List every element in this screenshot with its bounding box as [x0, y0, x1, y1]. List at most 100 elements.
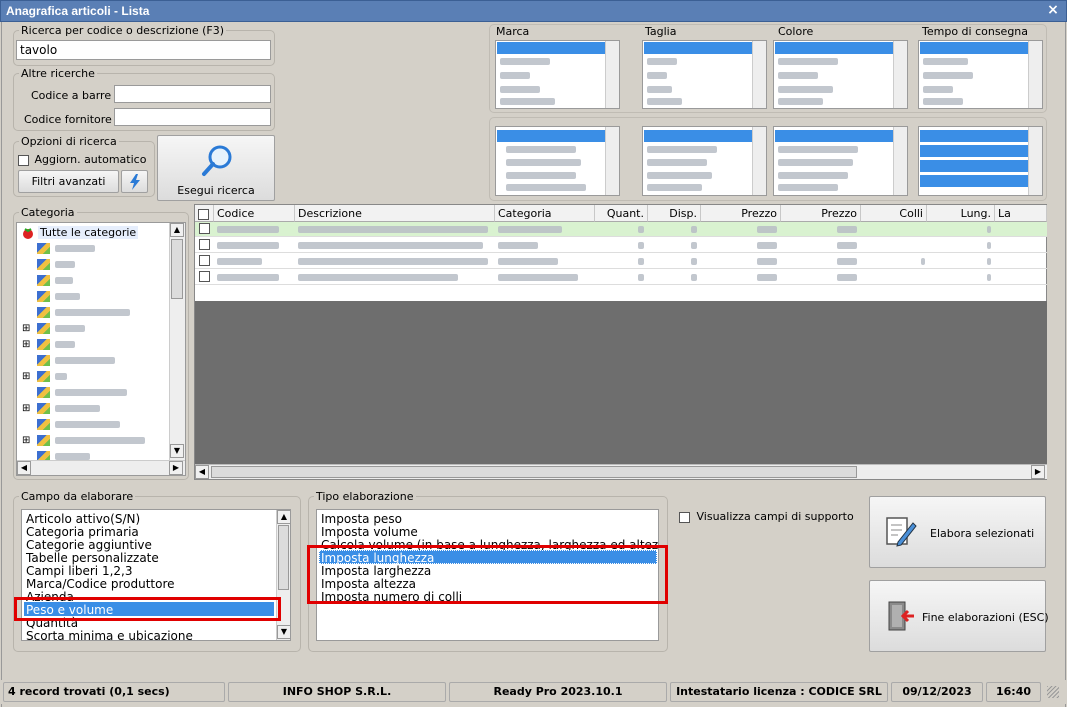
col-codice[interactable]: Codice — [214, 205, 295, 222]
tree-item[interactable] — [37, 274, 167, 288]
col-larg[interactable]: La — [995, 205, 1047, 222]
scroll-up-icon[interactable]: ▲ — [277, 510, 290, 524]
tree-root-all-categories[interactable]: Tutte le categorie — [38, 226, 139, 239]
folder-icon — [37, 275, 50, 286]
supplier-code-label: Codice fornitore : — [24, 113, 120, 126]
list-item[interactable]: Tabelle personalizzate — [26, 551, 159, 565]
tree-horizontal-scrollbar[interactable]: ◀ ▶ — [17, 460, 185, 475]
row-checkbox[interactable] — [199, 271, 210, 282]
list-item[interactable]: Scorta minima e ubicazione — [26, 629, 193, 640]
tree-item[interactable] — [37, 434, 167, 448]
col-prezzo-2[interactable]: Prezzo — [781, 205, 861, 222]
field-to-process-list[interactable]: Articolo attivo(S/N) Categoria primaria … — [21, 509, 291, 641]
auto-update-checkbox[interactable]: Aggiorn. automatico — [18, 153, 146, 166]
close-icon[interactable]: × — [1045, 3, 1061, 19]
filter-list-6[interactable] — [642, 126, 767, 196]
filter-list-7[interactable] — [773, 126, 908, 196]
status-company: INFO SHOP S.R.L. — [228, 682, 446, 702]
expand-icon[interactable]: ⊞ — [22, 339, 30, 350]
scroll-up-icon[interactable]: ▲ — [170, 223, 184, 237]
filter-list-8[interactable] — [918, 126, 1043, 196]
list-item[interactable]: Imposta peso — [321, 512, 402, 526]
size-filter-list[interactable] — [642, 40, 767, 109]
delivery-time-filter-list[interactable] — [918, 40, 1043, 109]
tree-vertical-scrollbar[interactable]: ▲ ▼ — [169, 223, 185, 460]
row-checkbox[interactable] — [199, 239, 210, 250]
col-descrizione[interactable]: Descrizione — [295, 205, 495, 222]
auto-update-check-icon[interactable] — [18, 154, 29, 166]
tree-item[interactable] — [37, 338, 167, 352]
brand-filter-list[interactable] — [495, 40, 620, 109]
tree-item[interactable] — [37, 370, 167, 384]
col-prezzo-1[interactable]: Prezzo — [701, 205, 781, 222]
field-list-scroll-thumb[interactable] — [278, 525, 289, 590]
advanced-filters-button[interactable]: Filtri avanzati — [18, 170, 119, 193]
support-fields-label: Visualizza campi di supporto — [696, 510, 854, 523]
grid-scroll-thumb[interactable] — [211, 466, 857, 478]
search-options-legend: Opzioni di ricerca — [21, 135, 117, 148]
table-row[interactable] — [195, 270, 1047, 285]
support-fields-checkbox[interactable]: Visualizza campi di supporto — [679, 510, 854, 523]
color-filter-list[interactable] — [773, 40, 908, 109]
lightning-button[interactable] — [121, 170, 148, 193]
tree-item[interactable] — [37, 386, 167, 400]
table-row[interactable] — [195, 238, 1047, 253]
supplier-code-input[interactable] — [114, 108, 271, 126]
list-item[interactable]: Categoria primaria — [26, 525, 139, 539]
support-fields-check-icon[interactable] — [679, 511, 690, 523]
col-colli[interactable]: Colli — [861, 205, 927, 222]
scroll-right-icon[interactable]: ▶ — [169, 461, 183, 475]
expand-icon[interactable]: ⊞ — [22, 323, 30, 334]
tree-scroll-thumb[interactable] — [171, 239, 183, 299]
scroll-down-icon[interactable]: ▼ — [170, 444, 184, 458]
row-checkbox[interactable] — [199, 255, 210, 266]
barcode-input[interactable] — [114, 85, 271, 103]
resize-grip-icon[interactable] — [1047, 686, 1059, 698]
tree-item[interactable] — [37, 306, 167, 320]
tree-item[interactable] — [37, 258, 167, 272]
articles-grid[interactable]: Codice Descrizione Categoria Quant. Disp… — [194, 204, 1047, 480]
list-item[interactable]: Campi liberi 1,2,3 — [26, 564, 132, 578]
scroll-down-icon[interactable]: ▼ — [277, 625, 290, 639]
tree-item[interactable] — [37, 242, 167, 256]
select-all-header[interactable] — [195, 205, 214, 222]
row-checkbox[interactable] — [199, 223, 210, 234]
folder-icon — [37, 307, 50, 318]
search-input[interactable]: tavolo — [16, 40, 271, 60]
tree-item[interactable] — [37, 402, 167, 416]
col-quant[interactable]: Quant. — [595, 205, 648, 222]
expand-icon[interactable]: ⊞ — [22, 435, 30, 446]
tree-item[interactable] — [37, 290, 167, 304]
folder-icon — [37, 339, 50, 350]
tree-item[interactable] — [37, 322, 167, 336]
grid-horizontal-scrollbar[interactable]: ◀ ▶ — [195, 464, 1047, 479]
scroll-right-icon[interactable]: ▶ — [1031, 465, 1045, 479]
filter-list-5[interactable] — [495, 126, 620, 196]
list-item[interactable]: Articolo attivo(S/N) — [26, 512, 140, 526]
select-all-checkbox[interactable] — [198, 208, 209, 220]
process-selected-button[interactable]: Elabora selezionati — [869, 496, 1046, 568]
list-item[interactable]: Marca/Codice produttore — [26, 577, 175, 591]
status-record-count: 4 record trovati (0,1 secs) — [3, 682, 225, 702]
col-categoria[interactable]: Categoria — [495, 205, 595, 222]
category-tree[interactable]: Tutte le categorie ⊞ ⊞ ⊞ ⊞ ⊞ ▲ ▼ ◀ ▶ — [16, 222, 186, 476]
lightning-icon — [129, 174, 140, 190]
end-processing-button[interactable]: Fine elaborazioni (ESC) — [869, 580, 1049, 652]
col-disp[interactable]: Disp. — [648, 205, 701, 222]
tree-item[interactable] — [37, 354, 167, 368]
folder-icon — [37, 403, 50, 414]
list-item[interactable]: Imposta volume — [321, 525, 418, 539]
scroll-left-icon[interactable]: ◀ — [17, 461, 31, 475]
col-lung[interactable]: Lung. — [927, 205, 995, 222]
table-row[interactable] — [195, 222, 1047, 237]
expand-icon[interactable]: ⊞ — [22, 371, 30, 382]
tree-item[interactable] — [37, 418, 167, 432]
expand-icon[interactable]: ⊞ — [22, 403, 30, 414]
list-item[interactable]: Categorie aggiuntive — [26, 538, 152, 552]
highlight-box-field — [14, 597, 281, 621]
table-row[interactable] — [195, 254, 1047, 269]
process-selected-label: Elabora selezionati — [930, 527, 1035, 540]
execute-search-button[interactable]: Esegui ricerca — [157, 135, 275, 201]
field-to-process-legend: Campo da elaborare — [21, 490, 134, 503]
scroll-left-icon[interactable]: ◀ — [195, 465, 209, 479]
